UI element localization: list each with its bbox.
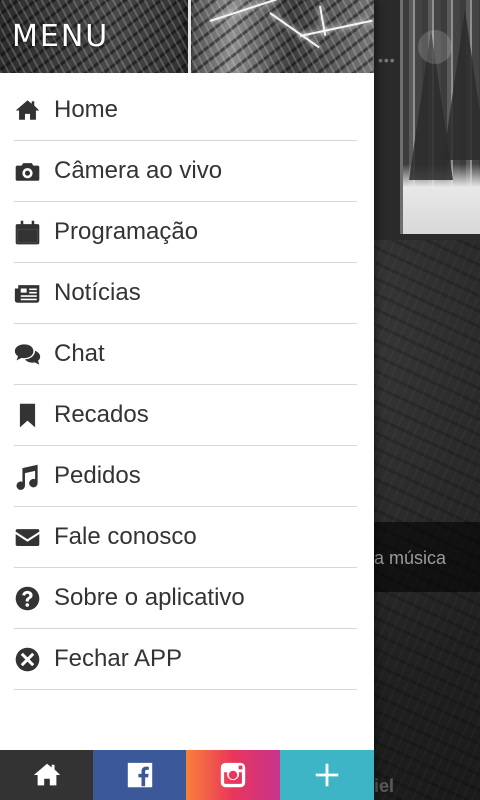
menu-item-requests[interactable]: Pedidos <box>14 446 357 507</box>
header-image-divider <box>188 0 191 73</box>
menu-item-label: Câmera ao vivo <box>54 157 223 184</box>
background-strip-text: a música <box>374 548 447 568</box>
bottom-home-button[interactable] <box>0 750 93 800</box>
menu-item-label: Fechar APP <box>54 645 183 672</box>
home-icon <box>33 763 60 786</box>
menu-item-news[interactable]: Notícias <box>14 263 357 324</box>
more-button[interactable] <box>280 750 374 800</box>
music-note-icon <box>14 461 48 491</box>
menu-item-label: Sobre o aplicativo <box>54 584 245 611</box>
lightning-decoration <box>299 19 373 37</box>
drawer-header: MENU <box>0 0 374 73</box>
menu-item-camera[interactable]: Câmera ao vivo <box>14 141 357 202</box>
camera-icon <box>14 156 48 186</box>
envelope-icon <box>14 522 48 552</box>
menu-item-label: Chat <box>54 340 105 367</box>
menu-item-label: Fale conosco <box>54 523 197 550</box>
menu-item-label: Pedidos <box>54 462 141 489</box>
navigation-drawer: MENU Home Câmera ao vivo Programação Not… <box>0 0 374 800</box>
background-bottom-text: iel <box>374 776 395 796</box>
drawer-title: MENU <box>12 19 110 54</box>
facebook-icon <box>127 762 152 788</box>
home-icon <box>14 95 48 125</box>
menu-item-schedule[interactable]: Programação <box>14 202 357 263</box>
menu-item-home[interactable]: Home <box>14 80 357 141</box>
menu-item-contact[interactable]: Fale conosco <box>14 507 357 568</box>
close-circle-icon <box>14 644 48 674</box>
plus-icon <box>315 763 339 787</box>
facebook-button[interactable] <box>93 750 186 800</box>
newspaper-icon <box>14 278 48 308</box>
instagram-button[interactable] <box>186 750 280 800</box>
menu-item-label: Home <box>54 96 119 123</box>
calendar-icon <box>14 217 48 247</box>
menu-item-label: Notícias <box>54 279 141 306</box>
menu-item-chat[interactable]: Chat <box>14 324 357 385</box>
chat-icon <box>14 339 48 369</box>
drawer-menu: Home Câmera ao vivo Programação Notícias… <box>0 80 374 690</box>
menu-item-label: Recados <box>54 401 149 428</box>
menu-item-label: Programação <box>54 218 199 245</box>
share-icon <box>418 30 452 64</box>
question-circle-icon <box>14 583 48 613</box>
menu-item-about[interactable]: Sobre o aplicativo <box>14 568 357 629</box>
instagram-icon <box>220 762 246 788</box>
more-dots-icon: ••• <box>378 52 396 68</box>
menu-item-messages[interactable]: Recados <box>14 385 357 446</box>
bottom-bar <box>0 750 374 800</box>
lightning-decoration <box>269 12 320 49</box>
menu-item-exit[interactable]: Fechar APP <box>14 629 357 690</box>
lightning-decoration <box>209 0 277 22</box>
bookmark-icon <box>14 400 48 430</box>
